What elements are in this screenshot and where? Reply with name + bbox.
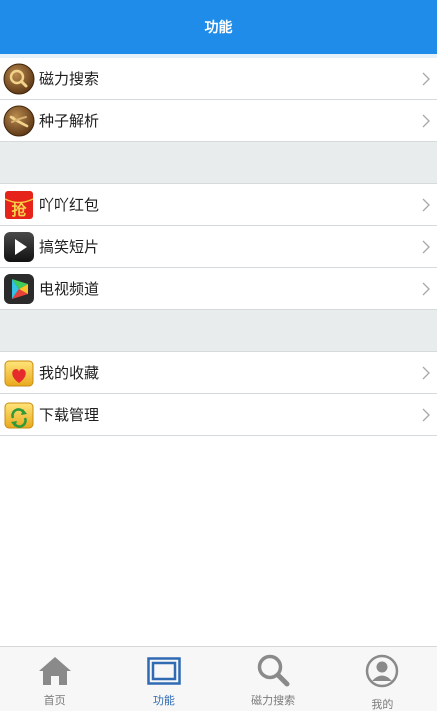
function-icon [147, 657, 181, 689]
red-packet-icon: 抢 [3, 189, 35, 221]
list-item-label: 电视频道 [39, 280, 100, 298]
app-header: 功能 [0, 0, 437, 54]
red-packet-glyph: 抢 [11, 201, 27, 219]
chevron-right-icon [419, 366, 433, 380]
search-icon [256, 653, 290, 691]
list-item-label: 种子解析 [39, 112, 100, 130]
magnet-search-icon [3, 63, 35, 95]
tab-profile[interactable]: 我的 [328, 647, 437, 711]
bottom-tab-bar: 首页 功能 磁力搜索 我的 [0, 646, 437, 711]
list-item-download-manage[interactable]: 下载管理 [0, 394, 437, 436]
list-item-torrent-parse[interactable]: 种子解析 [0, 100, 437, 142]
list-item-label: 我的收藏 [39, 364, 100, 382]
section-separator [0, 142, 437, 184]
tv-channel-icon [3, 273, 35, 305]
chevron-right-icon [419, 408, 433, 422]
tab-home[interactable]: 首页 [0, 647, 109, 711]
download-manage-icon [3, 399, 35, 431]
section-separator [0, 310, 437, 352]
function-list: 磁力搜索 种子解析 抢 吖吖红包 搞笑短片 电视频道 我的收藏 下载管理 [0, 58, 437, 436]
list-item-funny-video[interactable]: 搞笑短片 [0, 226, 437, 268]
profile-icon [365, 654, 399, 692]
favorites-icon [3, 357, 35, 389]
tab-label: 我的 [371, 698, 394, 711]
chevron-right-icon [419, 72, 433, 86]
list-item-red-packet[interactable]: 抢 吖吖红包 [0, 184, 437, 226]
chevron-right-icon [419, 114, 433, 128]
play-video-icon [3, 231, 35, 263]
torrent-parse-icon [3, 105, 35, 137]
tab-label: 功能 [152, 694, 175, 707]
chevron-right-icon [419, 282, 433, 296]
list-item-label: 搞笑短片 [39, 238, 100, 256]
tab-label: 首页 [43, 694, 66, 707]
tab-function[interactable]: 功能 [109, 647, 218, 711]
chevron-right-icon [419, 198, 433, 212]
list-item-favorites[interactable]: 我的收藏 [0, 352, 437, 394]
home-icon [38, 655, 72, 691]
chevron-right-icon [419, 240, 433, 254]
page-title: 功能 [204, 20, 233, 36]
list-item-tv-channel[interactable]: 电视频道 [0, 268, 437, 310]
list-item-magnet-search[interactable]: 磁力搜索 [0, 58, 437, 100]
tab-magnet-search[interactable]: 磁力搜索 [219, 647, 328, 711]
list-item-label: 磁力搜索 [39, 70, 100, 88]
tab-label: 磁力搜索 [251, 694, 296, 707]
list-item-label: 吖吖红包 [39, 196, 100, 214]
list-item-label: 下载管理 [39, 406, 100, 424]
